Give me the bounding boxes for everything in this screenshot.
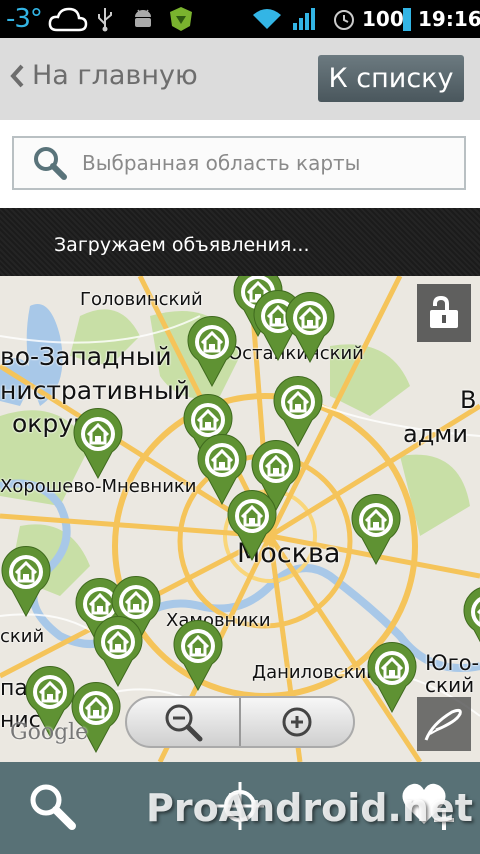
- signal-icon: [292, 0, 316, 38]
- loading-text: Загружаем объявления...: [54, 234, 310, 256]
- zoom-out-icon: [165, 704, 203, 742]
- listing-marker[interactable]: [172, 620, 224, 692]
- search-area: [0, 120, 480, 208]
- status-bar: -3° 100 19:16: [0, 0, 480, 38]
- android-icon: [131, 0, 155, 38]
- chevron-left-icon: [10, 64, 24, 87]
- listing-marker[interactable]: [272, 376, 324, 448]
- search-icon: [34, 147, 67, 180]
- battery-icon: [402, 0, 412, 38]
- loading-banner: Загружаем объявления...: [0, 208, 480, 276]
- to-list-button[interactable]: К списку: [318, 55, 464, 102]
- listing-marker[interactable]: [226, 490, 278, 562]
- map-label: ский: [425, 673, 475, 697]
- map-label: во-Западный: [0, 342, 172, 371]
- bottom-toolbar: ProAndroid.net: [0, 762, 480, 854]
- watermark: ProAndroid.net: [146, 786, 473, 830]
- map-lock-button[interactable]: [417, 284, 471, 342]
- google-logo: Google: [10, 720, 89, 745]
- listing-marker[interactable]: [186, 316, 238, 388]
- map-view[interactable]: Головинский Останкинский во-Западный нис…: [0, 276, 480, 762]
- back-label: На главную: [32, 60, 198, 91]
- app-shield-icon: [168, 0, 194, 38]
- listing-marker[interactable]: [350, 494, 402, 566]
- draw-lasso-icon: [424, 708, 462, 741]
- temperature: -3°: [6, 4, 43, 34]
- search-icon: [30, 784, 76, 830]
- map-label: нистративный: [0, 376, 190, 405]
- map-label: ский: [0, 626, 45, 647]
- clock: 19:16: [418, 7, 480, 31]
- listing-marker[interactable]: [284, 292, 336, 364]
- wifi-icon: [252, 0, 282, 38]
- draw-area-button[interactable]: [417, 697, 471, 751]
- search-box[interactable]: [12, 136, 466, 190]
- zoom-in-icon: [282, 707, 312, 737]
- battery-level: 100: [362, 7, 404, 31]
- map-label: Головинский: [80, 289, 203, 310]
- unlock-icon: [430, 296, 458, 328]
- zoom-control: [125, 696, 355, 748]
- listing-marker[interactable]: [92, 616, 144, 688]
- zoom-out-button[interactable]: [127, 698, 239, 746]
- back-button[interactable]: На главную: [10, 60, 198, 91]
- usb-icon: [96, 0, 114, 38]
- map-label: адми: [403, 420, 469, 448]
- map-label: Даниловский: [252, 662, 378, 683]
- zoom-in-button[interactable]: [239, 698, 353, 746]
- listing-marker[interactable]: [366, 642, 418, 714]
- listing-marker[interactable]: [0, 546, 52, 618]
- alarm-icon: [332, 0, 356, 38]
- header: На главную К списку: [0, 38, 480, 120]
- search-input[interactable]: [80, 150, 454, 176]
- listing-marker[interactable]: [72, 408, 124, 480]
- search-button[interactable]: [26, 780, 78, 836]
- map-label: В: [460, 386, 477, 414]
- listing-marker[interactable]: [462, 586, 480, 658]
- cloud-icon: [48, 0, 88, 38]
